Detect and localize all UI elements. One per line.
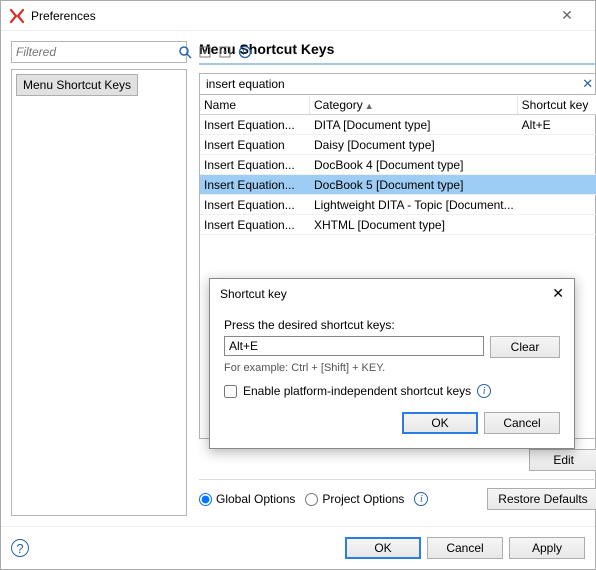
table-row[interactable]: Insert Equation...Lightweight DITA - Top… — [200, 195, 596, 215]
preferences-window: Preferences ✕ P — [0, 0, 596, 570]
tree-item-shortcuts[interactable]: Menu Shortcut Keys — [16, 74, 138, 96]
edit-button[interactable]: Edit — [529, 449, 596, 471]
dialog-buttons: OK Cancel — [224, 412, 560, 434]
cell-shortcut — [518, 203, 596, 207]
table-header: Name Category▲ Shortcut key — [200, 95, 596, 115]
radio-global-label: Global Options — [216, 492, 295, 506]
table-row[interactable]: Insert Equation...DocBook 5 [Document ty… — [200, 175, 596, 195]
cell-shortcut: Alt+E — [518, 116, 596, 134]
cell-category: Lightweight DITA - Topic [Document... — [310, 196, 518, 214]
info-icon[interactable]: i — [414, 492, 428, 506]
dialog-input-row: Clear — [224, 336, 560, 358]
table-search-input[interactable] — [200, 75, 578, 93]
sort-asc-icon: ▲ — [365, 101, 374, 111]
cancel-button[interactable]: Cancel — [427, 537, 503, 559]
category-tree[interactable]: Menu Shortcut Keys — [11, 69, 187, 516]
dialog-hint: For example: Ctrl + [Shift] + KEY. — [224, 362, 560, 374]
restore-defaults-button[interactable]: Restore Defaults — [487, 488, 596, 510]
table-row[interactable]: Insert EquationDaisy [Document type] — [200, 135, 596, 155]
shortcut-input[interactable] — [224, 336, 484, 356]
table-search-row: ✕ — [199, 73, 596, 95]
apply-button[interactable]: Apply — [509, 537, 585, 559]
dialog-checkbox-row: Enable platform-independent shortcut key… — [224, 384, 560, 398]
dialog-close-icon[interactable]: ✕ — [552, 285, 564, 302]
platform-independent-checkbox[interactable] — [224, 385, 237, 398]
radio-project-label: Project Options — [322, 492, 404, 506]
ok-button[interactable]: OK — [345, 537, 421, 559]
col-category[interactable]: Category▲ — [310, 96, 518, 114]
cell-name: Insert Equation... — [200, 176, 310, 194]
cell-shortcut — [518, 143, 596, 147]
dialog-title: Shortcut key — [220, 287, 287, 301]
dialog-ok-button[interactable]: OK — [402, 412, 478, 434]
table-row[interactable]: Insert Equation...XHTML [Document type] — [200, 215, 596, 235]
options-row: Global Options Project Options i Restore… — [199, 479, 596, 516]
cell-shortcut — [518, 183, 596, 187]
help-icon[interactable]: ? — [11, 539, 29, 557]
table-body: Insert Equation...DITA [Document type]Al… — [200, 115, 596, 235]
left-pane: P Menu Shortcut Keys — [11, 41, 187, 516]
radio-project[interactable]: Project Options — [305, 492, 404, 506]
body: P Menu Shortcut Keys Menu Shortcut Keys … — [1, 31, 595, 526]
footer: ? OK Cancel Apply — [1, 526, 595, 569]
search-icon[interactable] — [177, 44, 193, 60]
clear-button[interactable]: Clear — [490, 336, 560, 358]
filter-row: P — [11, 41, 187, 63]
radio-global-input[interactable] — [199, 493, 212, 506]
cell-category: Daisy [Document type] — [310, 136, 518, 154]
radio-project-input[interactable] — [305, 493, 318, 506]
dialog-cancel-button[interactable]: Cancel — [484, 412, 560, 434]
table-row[interactable]: Insert Equation...DocBook 4 [Document ty… — [200, 155, 596, 175]
dialog-titlebar: Shortcut key ✕ — [210, 279, 574, 308]
cell-shortcut — [518, 223, 596, 227]
app-icon — [9, 8, 25, 24]
cell-category: XHTML [Document type] — [310, 216, 518, 234]
dialog-body: Press the desired shortcut keys: Clear F… — [210, 308, 574, 448]
cell-category: DocBook 5 [Document type] — [310, 176, 518, 194]
filter-icons: P — [177, 44, 255, 60]
radio-global[interactable]: Global Options — [199, 492, 295, 506]
col-shortcut[interactable]: Shortcut key — [518, 96, 596, 114]
close-icon[interactable]: ✕ — [547, 7, 587, 24]
cell-shortcut — [518, 163, 596, 167]
dialog-prompt: Press the desired shortcut keys: — [224, 318, 560, 332]
project-icon[interactable]: P — [237, 44, 253, 60]
cell-category: DocBook 4 [Document type] — [310, 156, 518, 174]
clear-search-icon[interactable]: ✕ — [578, 76, 596, 92]
titlebar: Preferences ✕ — [1, 1, 595, 31]
dialog-info-icon[interactable]: i — [477, 384, 491, 398]
expand-icon[interactable] — [197, 44, 213, 60]
cell-name: Insert Equation... — [200, 216, 310, 234]
col-category-label: Category — [314, 98, 363, 112]
section-title: Menu Shortcut Keys — [199, 41, 596, 65]
cell-category: DITA [Document type] — [310, 116, 518, 134]
platform-independent-label: Enable platform-independent shortcut key… — [243, 384, 471, 398]
cell-name: Insert Equation — [200, 136, 310, 154]
shortcut-dialog: Shortcut key ✕ Press the desired shortcu… — [209, 278, 575, 449]
cell-name: Insert Equation... — [200, 156, 310, 174]
col-name[interactable]: Name — [200, 96, 310, 114]
table-row[interactable]: Insert Equation...DITA [Document type]Al… — [200, 115, 596, 135]
filter-input[interactable] — [12, 43, 177, 61]
cell-name: Insert Equation... — [200, 196, 310, 214]
collapse-icon[interactable] — [217, 44, 233, 60]
window-title: Preferences — [31, 9, 547, 23]
cell-name: Insert Equation... — [200, 116, 310, 134]
svg-text:P: P — [242, 48, 247, 57]
